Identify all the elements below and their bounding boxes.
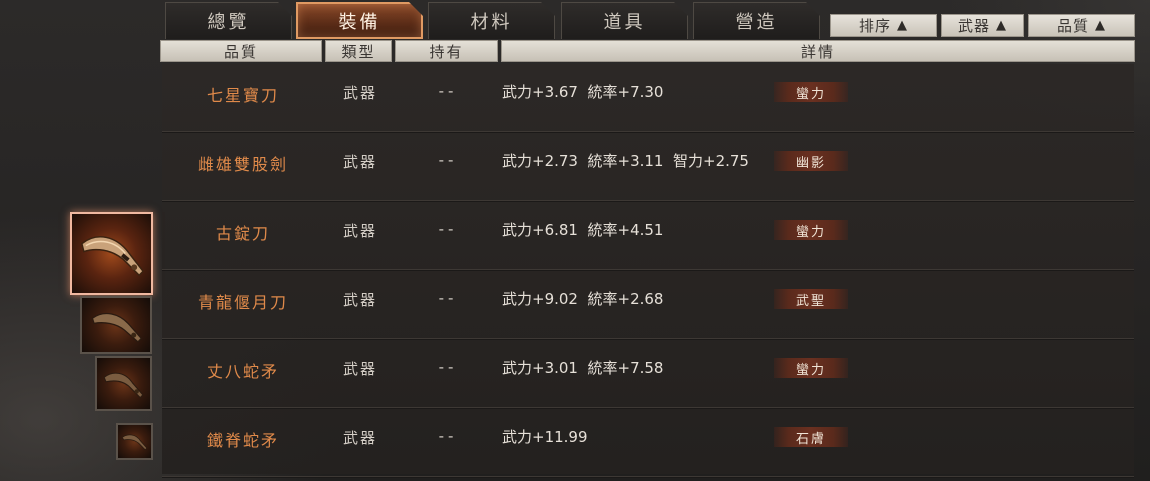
column-header-label: 品質 bbox=[223, 42, 258, 61]
item-type: 武器 bbox=[342, 429, 377, 447]
sort-button[interactable]: 排序 ▲ bbox=[830, 14, 937, 37]
triangle-up-icon: ▲ bbox=[996, 18, 1007, 33]
tab-equipment[interactable]: 裝備 bbox=[296, 2, 423, 39]
item-name: 鐵脊蛇矛 bbox=[206, 431, 279, 450]
tab-items[interactable]: 道具 bbox=[561, 2, 688, 39]
item-type: 武器 bbox=[342, 222, 377, 240]
tab-overview[interactable]: 總覽 bbox=[165, 2, 292, 39]
weapon-thumbnail[interactable] bbox=[116, 423, 153, 460]
skill-badge: 蠻力 bbox=[774, 82, 848, 102]
weapon-thumbnail-selected[interactable] bbox=[70, 212, 153, 295]
quality-filter-button[interactable]: 品質 ▲ bbox=[1028, 14, 1135, 37]
category-label: 武器 bbox=[957, 17, 990, 35]
item-held: -- bbox=[438, 427, 458, 445]
item-stats: 武力+3.01 統率+7.58 bbox=[502, 359, 664, 377]
category-filter-button[interactable]: 武器 ▲ bbox=[941, 14, 1024, 37]
equipment-list: 七星寶刀 武器 -- 武力+3.67 統率+7.30 蠻力 雌雄雙股劍 武器 -… bbox=[162, 64, 1134, 478]
blade-icon bbox=[81, 236, 145, 277]
item-stats: 武力+2.73 統率+3.11 智力+2.75 bbox=[502, 152, 749, 170]
weapon-thumbnail[interactable] bbox=[95, 356, 152, 411]
triangle-up-icon: ▲ bbox=[1095, 18, 1106, 33]
item-type: 武器 bbox=[342, 360, 377, 378]
tab-label: 材料 bbox=[470, 12, 513, 33]
item-name: 丈八蛇矛 bbox=[206, 362, 279, 381]
table-row[interactable]: 青龍偃月刀 武器 -- 武力+9.02 統率+2.68 武聖 bbox=[162, 271, 1134, 340]
skill-badge: 石膚 bbox=[774, 427, 848, 447]
table-row[interactable]: 鐵脊蛇矛 武器 -- 武力+11.99 石膚 bbox=[162, 409, 1134, 478]
item-name: 古錠刀 bbox=[215, 224, 270, 243]
triangle-up-icon: ▲ bbox=[897, 18, 908, 33]
column-header-quality[interactable]: 品質 bbox=[160, 40, 322, 62]
column-header-details[interactable]: 詳情 bbox=[501, 40, 1135, 62]
tab-label: 裝備 bbox=[338, 11, 381, 33]
sort-label: 排序 bbox=[858, 17, 891, 35]
column-header-type[interactable]: 類型 bbox=[325, 40, 392, 62]
table-row[interactable]: 丈八蛇矛 武器 -- 武力+3.01 統率+7.58 蠻力 bbox=[162, 340, 1134, 409]
quality-label: 品質 bbox=[1056, 17, 1089, 35]
blade-icon bbox=[103, 372, 144, 399]
item-held: -- bbox=[438, 82, 458, 100]
item-type: 武器 bbox=[342, 291, 377, 309]
item-type: 武器 bbox=[342, 84, 377, 102]
item-held: -- bbox=[438, 358, 458, 376]
tab-label: 道具 bbox=[603, 12, 646, 33]
column-header-label: 詳情 bbox=[800, 42, 835, 61]
blade-icon bbox=[91, 312, 143, 343]
skill-badge: 蠻力 bbox=[774, 220, 848, 240]
tab-label: 營造 bbox=[735, 12, 778, 33]
item-type: 武器 bbox=[342, 153, 377, 171]
item-held: -- bbox=[438, 289, 458, 307]
table-row[interactable]: 雌雄雙股劍 武器 -- 武力+2.73 統率+3.11 智力+2.75 幽影 bbox=[162, 133, 1134, 202]
blade-icon bbox=[121, 434, 148, 451]
column-header-held[interactable]: 持有 bbox=[395, 40, 498, 62]
item-stats: 武力+9.02 統率+2.68 bbox=[502, 290, 664, 308]
item-stats: 武力+3.67 統率+7.30 bbox=[502, 83, 664, 101]
weapon-thumbnail[interactable] bbox=[80, 296, 152, 354]
item-name: 青龍偃月刀 bbox=[197, 293, 288, 312]
item-stats: 武力+6.81 統率+4.51 bbox=[502, 221, 664, 239]
table-row[interactable]: 古錠刀 武器 -- 武力+6.81 統率+4.51 蠻力 bbox=[162, 202, 1134, 271]
item-name: 雌雄雙股劍 bbox=[197, 155, 288, 174]
column-header-label: 持有 bbox=[429, 42, 464, 61]
item-name: 七星寶刀 bbox=[206, 86, 279, 105]
tab-construction[interactable]: 營造 bbox=[693, 2, 820, 39]
tab-label: 總覽 bbox=[207, 12, 250, 33]
tab-materials[interactable]: 材料 bbox=[428, 2, 555, 39]
item-held: -- bbox=[438, 220, 458, 238]
skill-badge: 蠻力 bbox=[774, 358, 848, 378]
item-held: -- bbox=[438, 151, 458, 169]
item-stats: 武力+11.99 bbox=[502, 428, 588, 446]
skill-badge: 武聖 bbox=[774, 289, 848, 309]
column-header-label: 類型 bbox=[341, 42, 376, 61]
table-row[interactable]: 七星寶刀 武器 -- 武力+3.67 統率+7.30 蠻力 bbox=[162, 64, 1134, 133]
skill-badge: 幽影 bbox=[774, 151, 848, 171]
